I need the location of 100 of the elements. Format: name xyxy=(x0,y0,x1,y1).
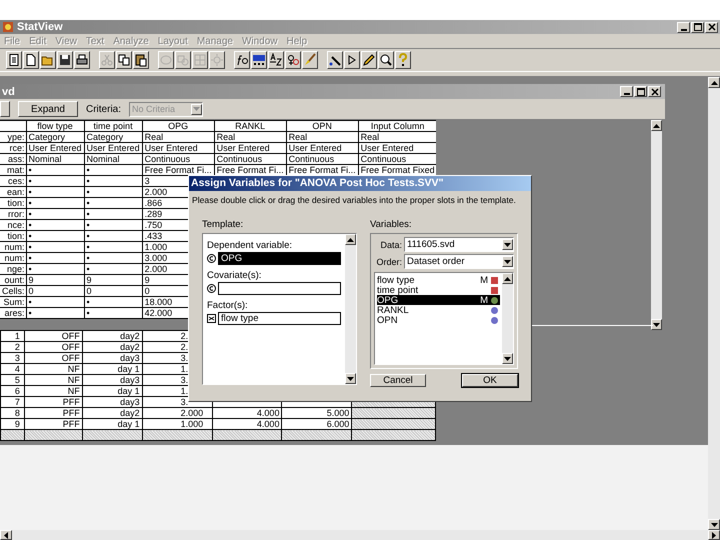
toolbar-button[interactable] xyxy=(344,51,360,69)
variable-item[interactable]: flow type M xyxy=(377,275,500,285)
scroll-up-icon xyxy=(504,276,511,280)
column-header[interactable]: RANKL xyxy=(214,120,286,132)
sort-icon xyxy=(269,53,283,67)
table-cell: Nominal xyxy=(26,154,84,164)
grid-icon xyxy=(193,53,207,67)
table-cell: OFF xyxy=(24,342,82,352)
slot-field[interactable]: OPG xyxy=(218,252,341,265)
toolbar-button[interactable] xyxy=(251,51,267,69)
row-number: 6 xyxy=(0,386,24,396)
continuous-icon xyxy=(207,254,216,263)
table-cell: • xyxy=(26,230,84,242)
toolbar-button[interactable] xyxy=(74,51,90,69)
variable-item[interactable]: OPN xyxy=(377,315,500,325)
table-cell: User Entered xyxy=(84,142,142,154)
row-label: rror: xyxy=(0,208,26,220)
row-label: ount: xyxy=(0,274,26,286)
table-cell: NF xyxy=(24,364,82,374)
variables-label: Variables: xyxy=(370,219,413,230)
column-header[interactable]: OPG xyxy=(142,120,214,132)
toolbar-button[interactable] xyxy=(133,51,149,69)
toolbar-button[interactable] xyxy=(327,51,343,69)
minimize-button[interactable] xyxy=(620,86,633,97)
brush-icon xyxy=(303,53,317,67)
toolbar-button[interactable] xyxy=(6,51,22,69)
toolbar-button[interactable] xyxy=(23,51,39,69)
table-cell: PFF xyxy=(24,396,82,408)
column-header[interactable]: time point xyxy=(84,120,142,132)
scroll-bar[interactable] xyxy=(651,120,662,330)
table-cell: • xyxy=(26,164,84,176)
order-dropdown[interactable]: Dataset order xyxy=(404,254,514,269)
column-header[interactable]: flow type xyxy=(26,120,84,132)
table-cell: • xyxy=(26,176,84,186)
toolbar-button[interactable] xyxy=(40,51,56,69)
table-cell: Nominal xyxy=(84,154,142,164)
toolbar-button[interactable] xyxy=(285,51,301,69)
expand-button[interactable]: Expand xyxy=(18,101,78,117)
table-cell: Continuous xyxy=(214,154,286,164)
row-label: rce: xyxy=(0,142,26,154)
table-cell: • xyxy=(26,252,84,264)
scroll-up-icon xyxy=(710,80,718,84)
scroll-down-icon xyxy=(504,356,511,360)
scroll-bar[interactable] xyxy=(345,234,356,384)
table-cell: PFF xyxy=(24,408,82,418)
toolbar-button[interactable] xyxy=(395,51,411,69)
row-number: 2 xyxy=(0,342,24,352)
row-label: tion: xyxy=(0,230,26,242)
scroll-bar[interactable] xyxy=(0,530,720,540)
table-cell: • xyxy=(84,296,142,308)
close-icon xyxy=(708,23,716,31)
maximize-icon xyxy=(694,23,702,31)
window-title: StatView xyxy=(17,21,63,33)
table-cell: • xyxy=(84,186,142,198)
table-cell: NF xyxy=(24,386,82,396)
toolbar-button[interactable] xyxy=(116,51,132,69)
minimize-icon xyxy=(624,93,630,95)
magnifier-icon xyxy=(379,53,393,67)
table-cell: 9 xyxy=(84,274,142,286)
table-cell: Real xyxy=(142,132,214,142)
close-button[interactable] xyxy=(648,86,661,97)
table-cell: • xyxy=(26,198,84,208)
dialog-button[interactable]: Cancel xyxy=(370,374,426,387)
toolbar-button[interactable] xyxy=(302,51,318,69)
toolbar-button[interactable] xyxy=(0,101,10,117)
toolbar-button[interactable] xyxy=(378,51,394,69)
sun-icon xyxy=(210,53,224,67)
toolbar-button[interactable] xyxy=(361,51,377,69)
table-cell: • xyxy=(26,208,84,220)
table-cell: OFF xyxy=(24,352,82,364)
table-cell: Continuous xyxy=(142,154,214,164)
scroll-left-icon xyxy=(4,532,8,538)
maximize-button[interactable] xyxy=(691,22,704,32)
data-dropdown[interactable]: 111605.svd xyxy=(404,237,514,252)
app-icon xyxy=(2,21,14,33)
variable-item[interactable]: RANKL xyxy=(377,305,500,315)
row-label: num: xyxy=(0,242,26,252)
slot-field[interactable]: flow type xyxy=(218,312,341,325)
maximize-icon xyxy=(636,88,644,96)
marker-text: M xyxy=(480,274,488,286)
dialog-button[interactable]: OK xyxy=(462,374,518,387)
close-button[interactable] xyxy=(705,22,718,32)
scroll-bar[interactable] xyxy=(502,273,513,364)
scroll-bar[interactable] xyxy=(708,77,720,530)
variable-item[interactable]: OPG M xyxy=(377,295,500,305)
chart-icon xyxy=(252,53,266,67)
minimize-button[interactable] xyxy=(677,22,690,32)
slot-field[interactable] xyxy=(218,282,341,295)
toolbar-button[interactable] xyxy=(234,51,250,69)
toolbar-button[interactable] xyxy=(268,51,284,69)
table-cell: • xyxy=(84,176,142,186)
table-cell: • xyxy=(26,220,84,230)
column-header[interactable]: OPN xyxy=(286,120,358,132)
page-icon xyxy=(24,53,38,67)
criteria-label: Criteria: xyxy=(86,104,122,114)
maximize-button[interactable] xyxy=(634,86,647,97)
toolbar-button[interactable] xyxy=(57,51,73,69)
print-icon xyxy=(75,53,89,67)
variable-item[interactable]: time point xyxy=(377,285,500,295)
table-cell: • xyxy=(84,164,142,176)
